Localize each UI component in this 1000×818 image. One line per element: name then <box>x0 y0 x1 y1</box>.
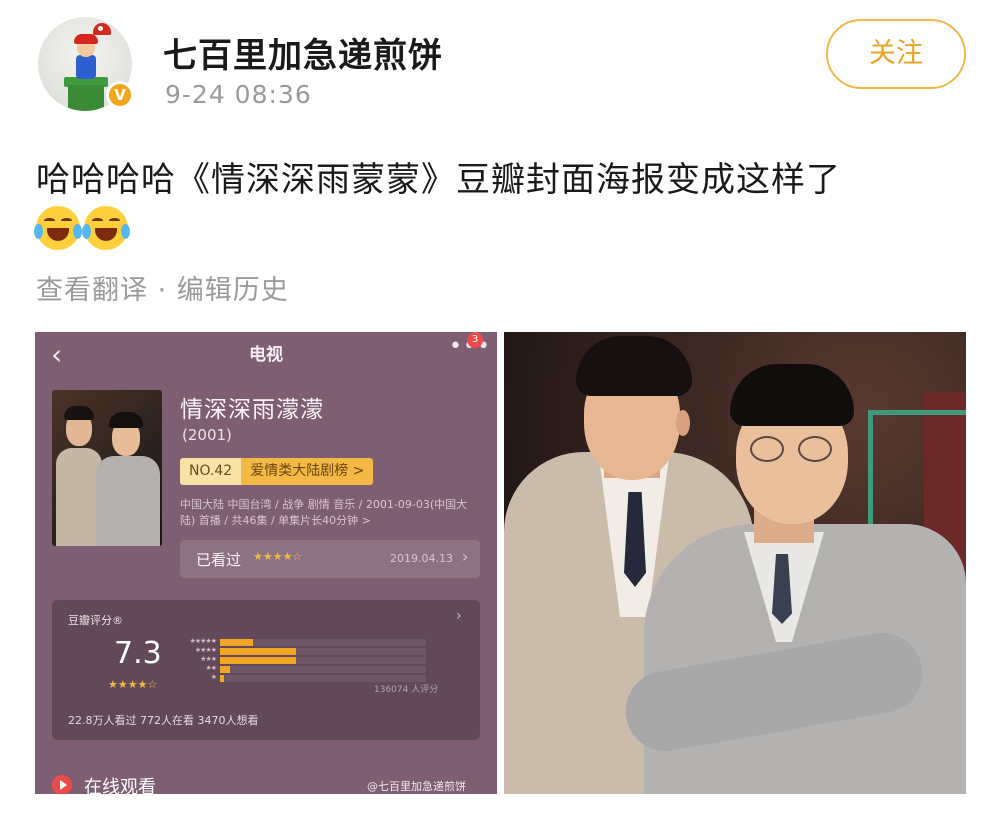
right-man-hair <box>730 364 854 426</box>
show-year: (2001) <box>182 426 232 444</box>
bar-star-icons: ★★★ <box>200 655 217 663</box>
rank-number: NO.42 <box>180 458 242 485</box>
viewer-stats: 22.8万人看过 772人在看 3470人想看 <box>68 714 259 727</box>
laughing-crying-emoji-icon <box>34 206 82 250</box>
bar-star-icons: ★★ <box>205 664 217 672</box>
chevron-right-icon: › <box>462 547 469 566</box>
bar-star-icons: ★ <box>210 673 217 681</box>
rating-bar-track <box>220 648 426 655</box>
avatar-figure-body <box>76 55 96 79</box>
left-man-hair <box>576 336 692 396</box>
notification-badge: 3 <box>467 332 483 348</box>
play-icon <box>52 775 72 794</box>
rating-score: 7.3 <box>114 636 162 671</box>
show-info: 中国大陆 中国台湾 / 战争 剧情 音乐 / 2001-09-03(中国大陆) … <box>180 498 468 527</box>
avatar-pipe <box>68 85 104 111</box>
douban-screenshot-image[interactable]: ‹ 电视 ••• 3 情深深雨濛濛 (2001) NO.42 爱情类大陆剧榜 >… <box>35 332 497 794</box>
follow-button[interactable]: 关注 <box>826 19 966 89</box>
glasses-right-lens <box>798 436 832 462</box>
username[interactable]: 七百里加急递煎饼 <box>163 28 443 77</box>
rank-list-name: 爱情类大陆剧榜 > <box>241 458 374 485</box>
watched-date: 2019.04.13 <box>390 552 453 565</box>
show-title: 情深深雨濛濛 <box>180 397 324 423</box>
rating-count: 136074 人评分 <box>374 685 439 695</box>
rating-bar <box>220 675 224 682</box>
douban-page-title: 电视 <box>249 345 283 365</box>
laughing-crying-emoji-icon <box>82 206 130 250</box>
rating-panel: 豆瓣评分® › 7.3 ★★★★☆ ★★★★★ ★★★★ ★★★ ★★ ★ 136074… <box>52 600 480 740</box>
rating-bar <box>220 666 230 673</box>
rating-bar <box>220 648 296 655</box>
post-meta-links[interactable]: 查看翻译 · 编辑历史 <box>36 268 289 307</box>
post-time: 9-24 08:36 <box>165 80 312 109</box>
rating-bar-track <box>220 666 426 673</box>
online-watch-label: 在线观看 <box>84 777 156 794</box>
left-man-ear <box>676 410 690 436</box>
watched-label: 已看过 <box>196 551 242 569</box>
watermark: @七百里加急递煎饼 <box>367 780 466 793</box>
rating-bar-track <box>220 675 426 682</box>
rating-star-icons: ★★★★☆ <box>108 678 158 691</box>
rating-bar-track <box>220 639 426 646</box>
chevron-right-icon: › <box>456 608 462 624</box>
rating-bar-track <box>220 657 426 664</box>
avatar-figure-hat <box>74 34 98 44</box>
rank-badge: NO.42 爱情类大陆剧榜 > <box>180 458 374 485</box>
rating-label: 豆瓣评分® <box>68 614 123 627</box>
avatar-mushroom <box>93 23 111 35</box>
watched-row: 已看过 ★★★★☆ 2019.04.13 › <box>180 540 480 578</box>
rating-bar <box>220 639 253 646</box>
watched-star-icons: ★★★★☆ <box>253 550 303 563</box>
cast-photo-image[interactable] <box>504 332 966 794</box>
rating-bar <box>220 657 296 664</box>
glasses-left-lens <box>750 436 784 462</box>
bar-star-icons: ★★★★★ <box>189 637 217 645</box>
show-poster-thumbnail <box>52 390 162 546</box>
post-text: 哈哈哈哈《情深深雨蒙蒙》豆瓣封面海报变成这样了 <box>36 160 841 200</box>
verified-badge-icon: V <box>106 81 134 109</box>
bar-star-icons: ★★★★ <box>194 646 217 654</box>
